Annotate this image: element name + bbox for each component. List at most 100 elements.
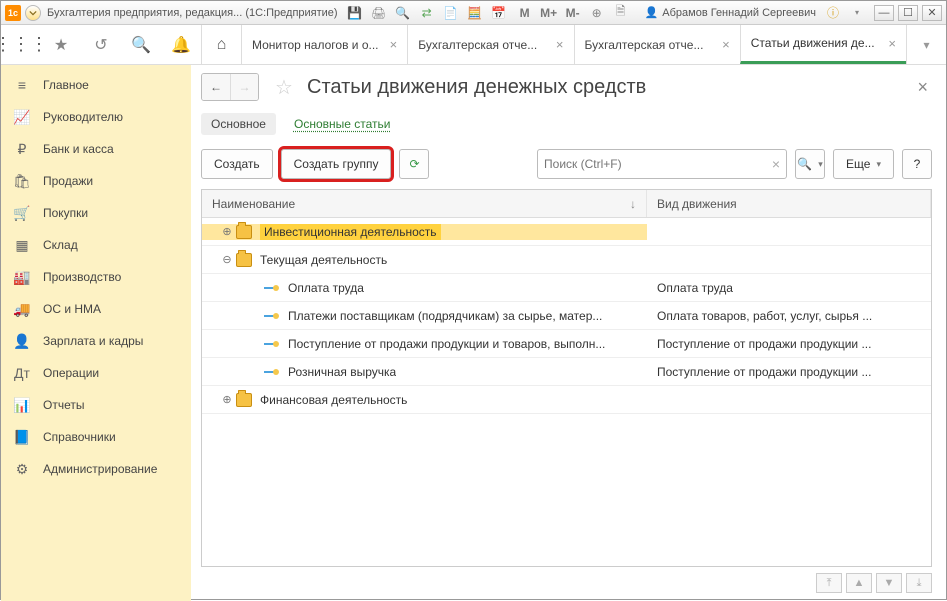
menu-icon: ≡ bbox=[13, 77, 31, 93]
tab-overflow-button[interactable]: ▾ bbox=[906, 25, 946, 64]
tab-1[interactable]: Бухгалтерская отче...× bbox=[407, 25, 573, 64]
menu-icon: 🚚 bbox=[13, 301, 31, 318]
grid-row[interactable]: Розничная выручкаПоступление от продажи … bbox=[202, 358, 931, 386]
grid-row[interactable]: ⊕Финансовая деятельность bbox=[202, 386, 931, 414]
more-actions-button[interactable]: Еще▾ bbox=[833, 149, 894, 179]
grid-row[interactable]: Поступление от продажи продукции и товар… bbox=[202, 330, 931, 358]
row-name: Оплата труда bbox=[288, 281, 364, 295]
clear-search-icon[interactable]: × bbox=[772, 156, 780, 172]
close-tab-icon[interactable]: × bbox=[390, 37, 398, 52]
grid-row[interactable]: ⊖Текущая деятельность bbox=[202, 246, 931, 274]
info-icon[interactable]: ⓘ bbox=[824, 4, 842, 22]
calendar-icon[interactable]: 📅 bbox=[490, 4, 508, 22]
main-tab-bar: ⋮⋮⋮ ★ ↺ 🔍 🔔 ⌂ Монитор налогов и о...× Бух… bbox=[1, 25, 946, 65]
subtab-main[interactable]: Основное bbox=[201, 113, 276, 135]
help-button[interactable]: ? bbox=[902, 149, 932, 179]
close-tab-icon[interactable]: × bbox=[722, 37, 730, 52]
app-menu-dropdown[interactable] bbox=[25, 5, 41, 21]
save-icon[interactable]: 💾 bbox=[346, 4, 364, 22]
close-window-button[interactable]: ✕ bbox=[922, 5, 942, 21]
apps-grid-icon[interactable]: ⋮⋮⋮ bbox=[1, 25, 41, 65]
window-title: Бухгалтерия предприятия, редакция... (1С… bbox=[47, 7, 338, 19]
maximize-button[interactable]: ☐ bbox=[898, 5, 918, 21]
nav-forward-button[interactable]: → bbox=[230, 74, 258, 100]
sidebar-item-label: Администрирование bbox=[43, 462, 157, 476]
create-group-button[interactable]: Создать группу bbox=[281, 149, 392, 179]
preview-icon[interactable]: 🔍 bbox=[394, 4, 412, 22]
tab-3[interactable]: Статьи движения де...× bbox=[740, 25, 906, 64]
sidebar-item-label: Отчеты bbox=[43, 398, 84, 412]
search-input[interactable] bbox=[544, 157, 772, 171]
create-button[interactable]: Создать bbox=[201, 149, 273, 179]
home-icon[interactable]: ⌂ bbox=[201, 25, 241, 65]
grid-nav-up-button[interactable]: ▲ bbox=[846, 573, 872, 593]
expand-toggle-icon[interactable]: ⊖ bbox=[220, 253, 234, 266]
favorites-star-icon[interactable]: ★ bbox=[41, 25, 81, 65]
item-icon bbox=[264, 340, 280, 348]
current-user[interactable]: 👤 Абрамов Геннадий Сергеевич bbox=[645, 6, 816, 19]
grid-nav-footer: ⤒ ▲ ▼ ⤓ bbox=[201, 567, 932, 593]
compare-icon[interactable]: ⇄ bbox=[418, 4, 436, 22]
sidebar-item-3[interactable]: 🛍Продажи bbox=[1, 165, 191, 197]
notifications-bell-icon[interactable]: 🔔 bbox=[161, 25, 201, 65]
tab-0[interactable]: Монитор налогов и о...× bbox=[241, 25, 407, 64]
sidebar-item-11[interactable]: 📘Справочники bbox=[1, 421, 191, 453]
subtab-main-items-link[interactable]: Основные статьи bbox=[294, 113, 401, 135]
column-name-header[interactable]: Наименование↓ bbox=[202, 190, 647, 217]
document-icon[interactable]: 🗎 bbox=[612, 4, 630, 22]
menu-icon: 🛒 bbox=[13, 205, 31, 222]
sidebar-item-label: Руководителю bbox=[43, 110, 123, 124]
item-icon bbox=[264, 312, 280, 320]
close-tab-icon[interactable]: × bbox=[556, 37, 564, 52]
sidebar-item-label: Склад bbox=[43, 238, 78, 252]
refresh-list-button[interactable]: ⟳ bbox=[399, 149, 429, 179]
sidebar-item-5[interactable]: ▦Склад bbox=[1, 229, 191, 261]
sidebar-item-9[interactable]: ДтОперации bbox=[1, 357, 191, 389]
history-icon[interactable]: ↺ bbox=[81, 25, 121, 65]
grid-nav-first-button[interactable]: ⤒ bbox=[816, 573, 842, 593]
memory-mminus-button[interactable]: M- bbox=[564, 4, 582, 22]
close-tab-icon[interactable]: × bbox=[888, 36, 896, 51]
page-title: Статьи движения денежных средств bbox=[307, 76, 913, 99]
sidebar-item-4[interactable]: 🛒Покупки bbox=[1, 197, 191, 229]
global-search-icon[interactable]: 🔍 bbox=[121, 25, 161, 65]
search-field[interactable]: × bbox=[537, 149, 787, 179]
sidebar-item-8[interactable]: 👤Зарплата и кадры bbox=[1, 325, 191, 357]
grid-nav-down-button[interactable]: ▼ bbox=[876, 573, 902, 593]
tab-label: Бухгалтерская отче... bbox=[585, 38, 717, 52]
nav-back-button[interactable]: ← bbox=[202, 74, 230, 100]
sidebar-item-0[interactable]: ≡Главное bbox=[1, 69, 191, 101]
copy-icon[interactable]: 📄 bbox=[442, 4, 460, 22]
sidebar-item-1[interactable]: 📈Руководителю bbox=[1, 101, 191, 133]
title-toolbar-left: 💾 🖨 🔍 ⇄ 📄 🧮 📅 bbox=[346, 4, 508, 22]
grid-row[interactable]: ⊕Инвестиционная деятельность bbox=[202, 218, 931, 246]
memory-mplus-button[interactable]: M+ bbox=[540, 4, 558, 22]
expand-toggle-icon[interactable]: ⊕ bbox=[220, 225, 234, 238]
memory-m-button[interactable]: M bbox=[516, 4, 534, 22]
sidebar-item-2[interactable]: ₽Банк и касса bbox=[1, 133, 191, 165]
column-kind-header[interactable]: Вид движения bbox=[647, 190, 931, 217]
info-dropdown-icon[interactable]: ▾ bbox=[848, 4, 866, 22]
menu-icon: 📘 bbox=[13, 429, 31, 446]
calculator-icon[interactable]: 🧮 bbox=[466, 4, 484, 22]
sidebar-item-label: Продажи bbox=[43, 174, 93, 188]
print-icon[interactable]: 🖨 bbox=[370, 4, 388, 22]
favorite-toggle-icon[interactable]: ☆ bbox=[271, 74, 297, 100]
sidebar-item-7[interactable]: 🚚ОС и НМА bbox=[1, 293, 191, 325]
grid-nav-last-button[interactable]: ⤓ bbox=[906, 573, 932, 593]
zoom-icon[interactable]: ⊕ bbox=[588, 4, 606, 22]
tab-2[interactable]: Бухгалтерская отче... × bbox=[574, 25, 740, 64]
expand-toggle-icon[interactable]: ⊕ bbox=[220, 393, 234, 406]
app-logo-icon: 1c bbox=[5, 5, 21, 21]
advanced-search-button[interactable]: 🔍▾ bbox=[795, 149, 825, 179]
close-page-button[interactable]: × bbox=[913, 77, 932, 98]
user-name: Абрамов Геннадий Сергеевич bbox=[662, 7, 816, 19]
sidebar-item-10[interactable]: 📊Отчеты bbox=[1, 389, 191, 421]
grid-row[interactable]: Платежи поставщикам (подрядчикам) за сыр… bbox=[202, 302, 931, 330]
minimize-button[interactable]: — bbox=[874, 5, 894, 21]
grid-body[interactable]: ⊕Инвестиционная деятельность⊖Текущая дея… bbox=[202, 218, 931, 566]
grid-header: Наименование↓ Вид движения bbox=[202, 190, 931, 218]
grid-row[interactable]: Оплата трудаОплата труда bbox=[202, 274, 931, 302]
sidebar-item-6[interactable]: 🏭Производство bbox=[1, 261, 191, 293]
sidebar-item-12[interactable]: ⚙Администрирование bbox=[1, 453, 191, 485]
